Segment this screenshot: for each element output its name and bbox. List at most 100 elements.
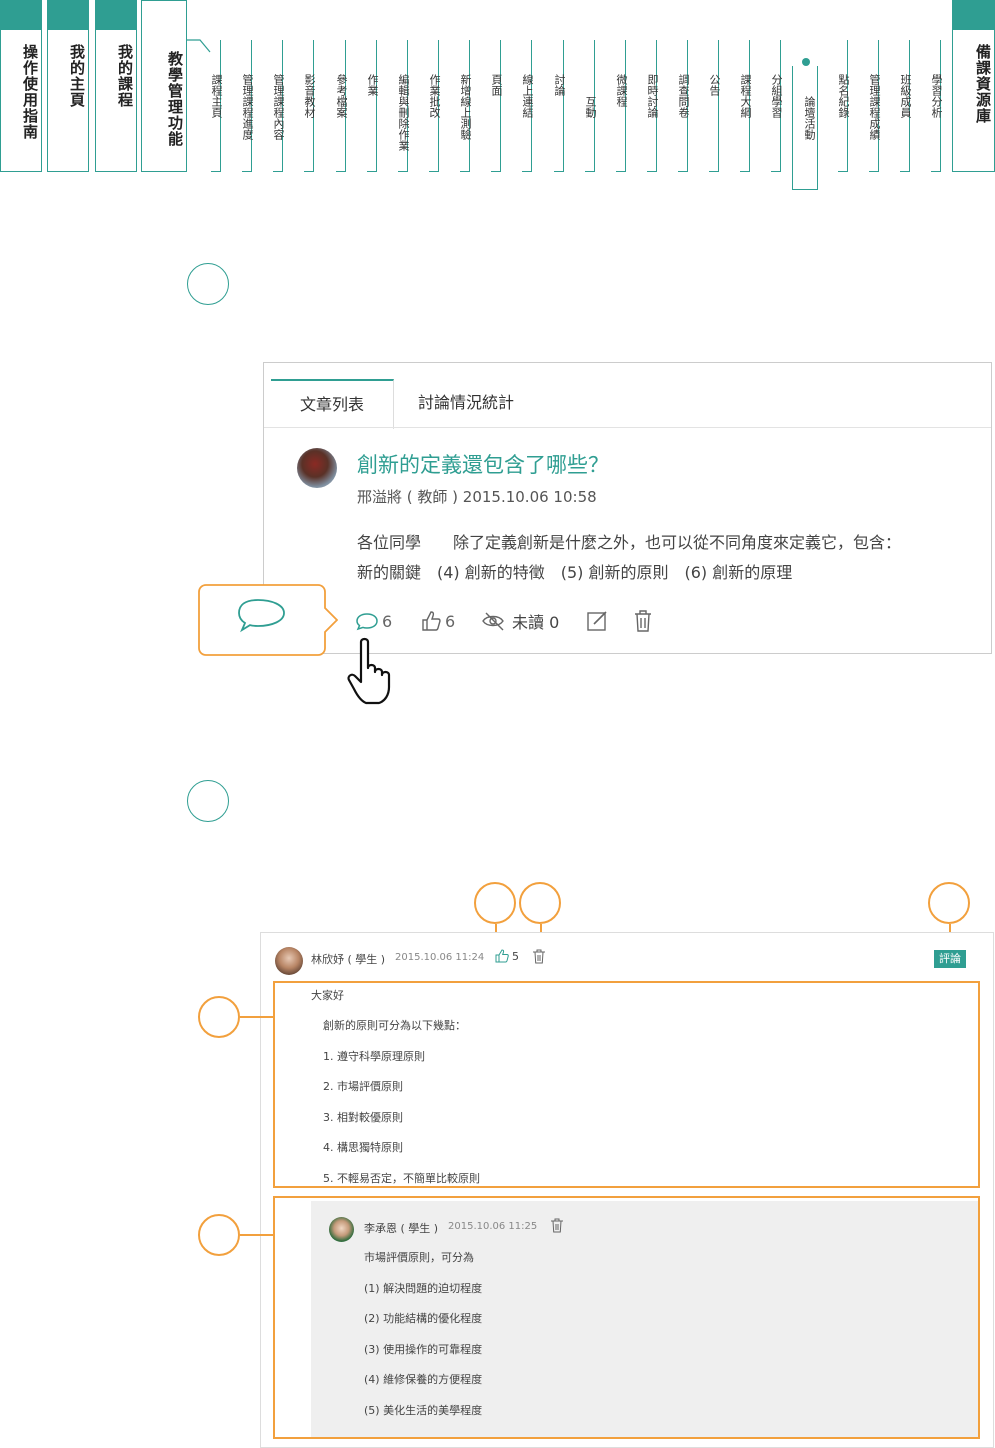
subtab-baseline	[838, 171, 848, 173]
big-tab-resources[interactable]: 備課資源庫	[952, 0, 995, 172]
subtab-item[interactable]: 影音教材	[293, 74, 316, 118]
subtab-baseline	[585, 171, 595, 173]
forum-panel: 文章列表 討論情況統計 創新的定義還包含了哪些？ 邢溢將 ( 教師 ) 2015…	[263, 362, 992, 654]
tab-underline	[264, 427, 991, 428]
eye-hidden-icon	[482, 612, 504, 631]
big-tab-teaching[interactable]: 教學管理功能	[141, 0, 187, 172]
subtab-item[interactable]: 線上連結	[511, 74, 534, 118]
comment-button[interactable]: 評論	[934, 950, 966, 968]
subtab-item[interactable]: 微課程	[605, 74, 628, 107]
callout-circle-subreply	[198, 1214, 240, 1256]
subtab-item[interactable]: 討論	[543, 74, 566, 96]
active-dot	[802, 58, 810, 66]
edit-button[interactable]	[586, 610, 608, 636]
subtab-item[interactable]: 管理課程成績	[858, 74, 881, 140]
big-tab-home[interactable]: 我的主頁	[47, 0, 89, 172]
big-tab-guide[interactable]: 操作使用指南	[0, 0, 42, 172]
post-meta: 邢溢將 ( 教師 ) 2015.10.06 10:58	[357, 488, 597, 506]
tab-discussion-stats[interactable]: 討論情況統計	[418, 379, 514, 427]
subtab-item[interactable]: 即時討論	[636, 74, 659, 118]
subtab-baseline	[740, 171, 750, 173]
subtab-baseline	[771, 171, 781, 173]
subtab-item[interactable]: 新增線上測驗	[449, 74, 472, 140]
subtab-baseline	[367, 171, 377, 173]
post-title[interactable]: 創新的定義還包含了哪些？	[357, 449, 609, 479]
subtab-item[interactable]: 點名紀錄	[827, 74, 850, 118]
subtab-item[interactable]: 學習分析	[920, 74, 943, 118]
tab-article-list[interactable]: 文章列表	[271, 379, 394, 429]
step-circle-1	[187, 263, 229, 305]
comment-action[interactable]: 6	[355, 609, 392, 633]
subtab-item[interactable]: 調查問卷	[667, 74, 690, 118]
callout-circle-delete	[519, 882, 561, 924]
post-body-line-1: 各位同學 除了定義創新是什麼之外，也可以從不同角度來定義它，包含：	[357, 533, 902, 552]
trash-icon	[635, 610, 651, 632]
subtab-item[interactable]: 分組學習	[760, 74, 783, 118]
subtab-item[interactable]: 班級成員	[889, 74, 912, 118]
tab-label: 我的主頁	[68, 44, 86, 108]
unread-label: 未讀 0	[512, 613, 560, 632]
subtab-item[interactable]: 課程大綱	[729, 74, 752, 118]
subtab-baseline	[273, 171, 283, 173]
tab-label: 操作使用指南	[21, 44, 39, 140]
reply-time: 2015.10.06 11:24	[395, 952, 485, 963]
subtab-baseline	[336, 171, 346, 173]
subtab-baseline	[931, 171, 941, 173]
callout-box	[198, 584, 338, 656]
reply-like-count: 5	[512, 949, 519, 963]
subtab-item[interactable]: 頁面	[480, 74, 503, 96]
post-body-line-2: 新的關鍵 (4) 創新的特徵 (5) 創新的原則 (6) 創新的原理	[357, 563, 793, 582]
avatar	[275, 947, 303, 975]
subtab-baseline	[554, 171, 564, 173]
tab-label: 我的課程	[116, 44, 134, 108]
subtab-divider	[718, 40, 719, 172]
trash-icon	[533, 949, 545, 964]
sub-reply-highlight	[273, 1196, 980, 1439]
comment-count: 6	[382, 611, 393, 631]
tab-cap	[1, 0, 41, 30]
subtab-baseline	[460, 171, 470, 173]
tab-cap	[953, 0, 994, 30]
subtab-baseline	[678, 171, 688, 173]
callout-circle-content	[198, 996, 240, 1038]
subtab-baseline	[709, 171, 719, 173]
delete-button[interactable]	[632, 609, 654, 637]
subtab-baseline	[304, 171, 314, 173]
subtab-item[interactable]: 作業批改	[418, 74, 441, 118]
subtab-item[interactable]: 管理課程內容	[262, 74, 285, 140]
subtab-divider	[376, 40, 377, 172]
subtab-baseline	[647, 171, 657, 173]
reply-content-highlight	[273, 981, 980, 1188]
edit-icon	[587, 611, 607, 631]
subtab-item[interactable]: 編輯與刪除作業	[387, 74, 410, 151]
thumbs-up-icon	[495, 949, 509, 963]
like-action[interactable]: 6	[420, 609, 455, 633]
callout-circle-like	[474, 882, 516, 924]
subtab-item[interactable]: 課程主頁	[200, 74, 223, 118]
comment-bubble-icon	[356, 613, 378, 631]
like-count: 6	[445, 611, 456, 631]
subtab-baseline	[522, 171, 532, 173]
subtab-item[interactable]: 公告	[698, 74, 721, 96]
big-tab-courses[interactable]: 我的課程	[95, 0, 137, 172]
subtab-baseline	[491, 171, 501, 173]
subtab-divider	[500, 40, 501, 172]
reply-delete[interactable]	[532, 949, 546, 968]
subtab-baseline	[616, 171, 626, 173]
unread-action[interactable]: 未讀 0	[481, 609, 559, 633]
subtab-item[interactable]: 管理課程進度	[231, 74, 254, 140]
subtab-baseline	[869, 171, 879, 173]
tab-cap	[48, 0, 88, 30]
avatar	[297, 448, 337, 488]
subtab-item[interactable]: 作業	[356, 74, 379, 96]
callout-line	[240, 1234, 273, 1236]
callout-circle-comment	[928, 882, 970, 924]
subtab-item[interactable]: 參考檔案	[325, 74, 348, 118]
tab-cap	[96, 0, 136, 30]
reply-like[interactable]: 5	[495, 949, 519, 963]
step-circle-2	[187, 780, 229, 822]
subtab-baseline	[429, 171, 439, 173]
subtab-item[interactable]: 互動	[574, 96, 597, 118]
thumbs-up-icon	[422, 611, 441, 631]
callout-line	[240, 1016, 273, 1018]
